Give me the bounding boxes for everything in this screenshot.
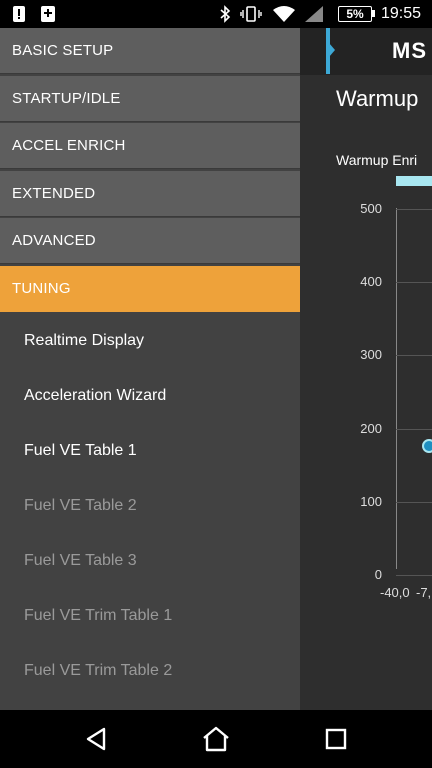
battery-icon: 5%: [338, 6, 372, 22]
y-tick-label: 300: [360, 347, 382, 363]
section-extended[interactable]: EXTENDED: [0, 171, 300, 217]
grid-line: [396, 282, 432, 284]
y-tick-label: 0: [374, 567, 382, 582]
app-content: MS Warmup Warmup Enri 500 400 300 200 100 0 -4…: [300, 28, 432, 710]
y-tick-label: 100: [360, 493, 382, 509]
home-icon[interactable]: [201, 724, 231, 754]
x-tick-label: -7,: [416, 585, 432, 600]
menu-item-fuel-ve-table-3[interactable]: Fuel VE Table 3: [24, 552, 137, 570]
page-title: Warmup: [336, 86, 419, 111]
section-basic-setup[interactable]: BASIC SETUP: [0, 28, 300, 74]
recents-icon[interactable]: [321, 724, 351, 754]
bluetooth-icon: [220, 5, 231, 23]
grid-line: [396, 428, 432, 430]
menu-item-fuel-ve-table-2[interactable]: Fuel VE Table 2: [24, 497, 137, 515]
app-toolbar: MS: [300, 28, 432, 75]
section-advanced[interactable]: ADVANCED: [0, 218, 300, 264]
menu-item-acceleration-wizard[interactable]: Acceleration Wizard: [24, 387, 166, 405]
x-tick-label: -40,0: [380, 585, 410, 600]
active-section-notch: [141, 284, 159, 293]
grid-line: [396, 355, 432, 357]
grid-line: [396, 501, 432, 503]
y-tick-label: 400: [360, 274, 382, 290]
expand-arrow-icon[interactable]: [329, 43, 335, 57]
menu-item-fuel-ve-table-1[interactable]: Fuel VE Table 1: [24, 442, 137, 460]
status-bar: 5% 19:55: [0, 0, 432, 28]
wifi-icon: [273, 6, 295, 22]
navigation-drawer: BASIC SETUP STARTUP/IDLE ACCEL ENRICH EX…: [0, 28, 300, 710]
battery-nub: [372, 10, 375, 17]
data-point[interactable]: [422, 439, 432, 454]
menu-item-fuel-ve-trim-table-1[interactable]: Fuel VE Trim Table 1: [24, 607, 172, 625]
plot-area[interactable]: [396, 208, 432, 569]
vibrate-icon: [240, 6, 262, 22]
app-logo: MS: [392, 38, 427, 63]
section-accel-enrich[interactable]: ACCEL ENRICH: [0, 123, 300, 169]
grid-line: [396, 209, 432, 210]
legend-swatch: [396, 176, 432, 186]
download-icon: [41, 6, 55, 22]
clock: 19:55: [381, 5, 422, 22]
menu-item-fuel-ve-trim-table-2[interactable]: Fuel VE Trim Table 2: [24, 662, 172, 680]
y-tick-label: 500: [360, 201, 382, 216]
cell-signal-icon: [305, 6, 323, 22]
navigation-bar: [0, 710, 432, 768]
back-icon[interactable]: [82, 724, 112, 754]
sim-icon: [13, 6, 25, 22]
y-tick-label: 200: [360, 420, 382, 436]
grid-line: [396, 575, 432, 576]
section-startup-idle[interactable]: STARTUP/IDLE: [0, 76, 300, 122]
menu-item-realtime-display[interactable]: Realtime Display: [24, 332, 144, 350]
chart-title: Warmup Enri: [336, 152, 418, 168]
battery-level: 5%: [346, 7, 364, 21]
